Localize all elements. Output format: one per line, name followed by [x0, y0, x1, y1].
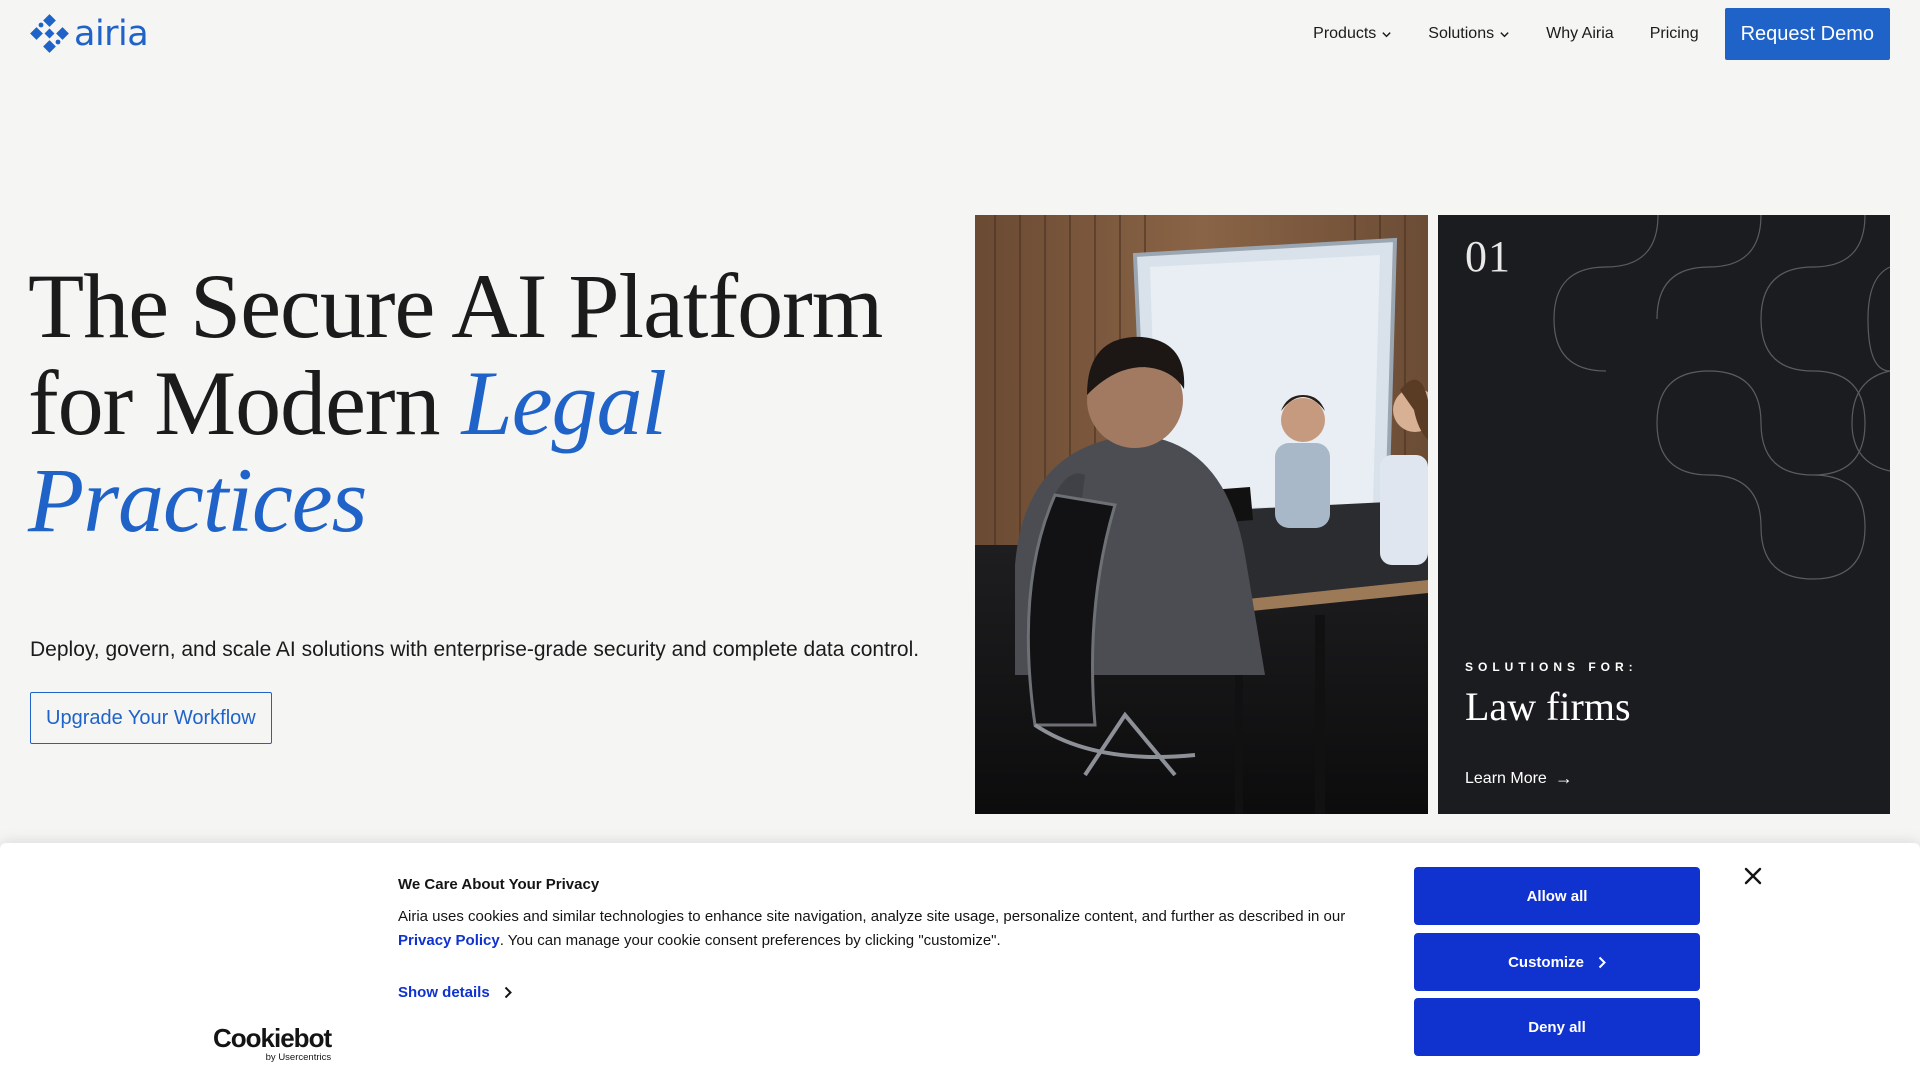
cookie-text-after: . You can manage your cookie consent pre…	[499, 932, 1001, 949]
hero-subtitle: Deploy, govern, and scale AI solutions w…	[30, 638, 920, 661]
solutions-card[interactable]: 01 SOLUTIONS FOR: Law firms Learn More →	[1438, 215, 1890, 814]
card-title: Law firms	[1465, 684, 1631, 729]
hero-title-line2: for Modern	[28, 352, 462, 454]
hero-title-accent-legal: Legal	[461, 352, 668, 454]
cookiebot-brand: Cookiebot	[213, 1023, 332, 1053]
meeting-photo-illustration	[975, 215, 1428, 814]
show-details-label: Show details	[398, 984, 490, 1001]
logo-link[interactable]: airia	[30, 14, 149, 54]
chevron-right-icon	[1598, 956, 1606, 968]
allow-all-label: Allow all	[1526, 887, 1588, 905]
customize-button[interactable]: Customize	[1414, 933, 1700, 991]
cookie-text-before: Airia uses cookies and similar technolog…	[398, 908, 1346, 925]
card-eyebrow: SOLUTIONS FOR:	[1465, 660, 1638, 674]
hero-title-line1: The Secure AI Platform	[28, 255, 883, 357]
chevron-down-icon	[1500, 31, 1509, 37]
nav-pricing[interactable]: Pricing	[1650, 25, 1699, 43]
allow-all-button[interactable]: Allow all	[1414, 867, 1700, 925]
cookiebot-brand-sub: by Usercentrics	[265, 1052, 332, 1063]
logo-text: airia	[74, 14, 149, 54]
chevron-right-icon	[504, 986, 512, 999]
nav-products[interactable]: Products	[1313, 25, 1392, 43]
main-nav: Products Solutions Why Airia Pricing Req…	[1313, 8, 1890, 60]
meeting-photo	[975, 215, 1428, 814]
show-details-link[interactable]: Show details	[398, 984, 512, 1001]
nav-why-airia[interactable]: Why Airia	[1546, 25, 1614, 43]
request-demo-button[interactable]: Request Demo	[1724, 8, 1890, 60]
airia-logo-icon	[30, 14, 69, 53]
chevron-down-icon	[1382, 31, 1391, 37]
arrow-right-icon: →	[1554, 768, 1573, 788]
site-header: airia Products Solutions Why Airia Prici…	[0, 0, 1920, 68]
card-number: 01	[1465, 232, 1511, 281]
cookie-title: We Care About Your Privacy	[398, 876, 600, 893]
upgrade-workflow-button[interactable]: Upgrade Your Workflow	[30, 692, 272, 744]
cookie-banner: Cookiebot by Usercentrics We Care About …	[0, 843, 1920, 1080]
page: airia Products Solutions Why Airia Prici…	[0, 0, 1920, 1080]
cookie-description: Airia uses cookies and similar technolog…	[398, 905, 1358, 953]
nav-solutions[interactable]: Solutions	[1428, 25, 1510, 43]
deny-all-button[interactable]: Deny all	[1414, 998, 1700, 1056]
learn-more-link[interactable]: Learn More →	[1465, 768, 1573, 789]
learn-more-label: Learn More	[1465, 769, 1547, 787]
nav-products-label: Products	[1313, 25, 1377, 42]
nav-solutions-label: Solutions	[1428, 25, 1495, 42]
hero-title: The Secure AI Platform for Modern Legal …	[28, 258, 928, 549]
hero-title-accent-practices: Practices	[28, 449, 367, 551]
close-icon[interactable]	[1742, 865, 1764, 887]
customize-label: Customize	[1508, 953, 1584, 971]
privacy-policy-link[interactable]: Privacy Policy	[398, 932, 500, 949]
cookiebot-logo: Cookiebot by Usercentrics	[213, 1023, 332, 1063]
deny-all-label: Deny all	[1528, 1018, 1586, 1036]
